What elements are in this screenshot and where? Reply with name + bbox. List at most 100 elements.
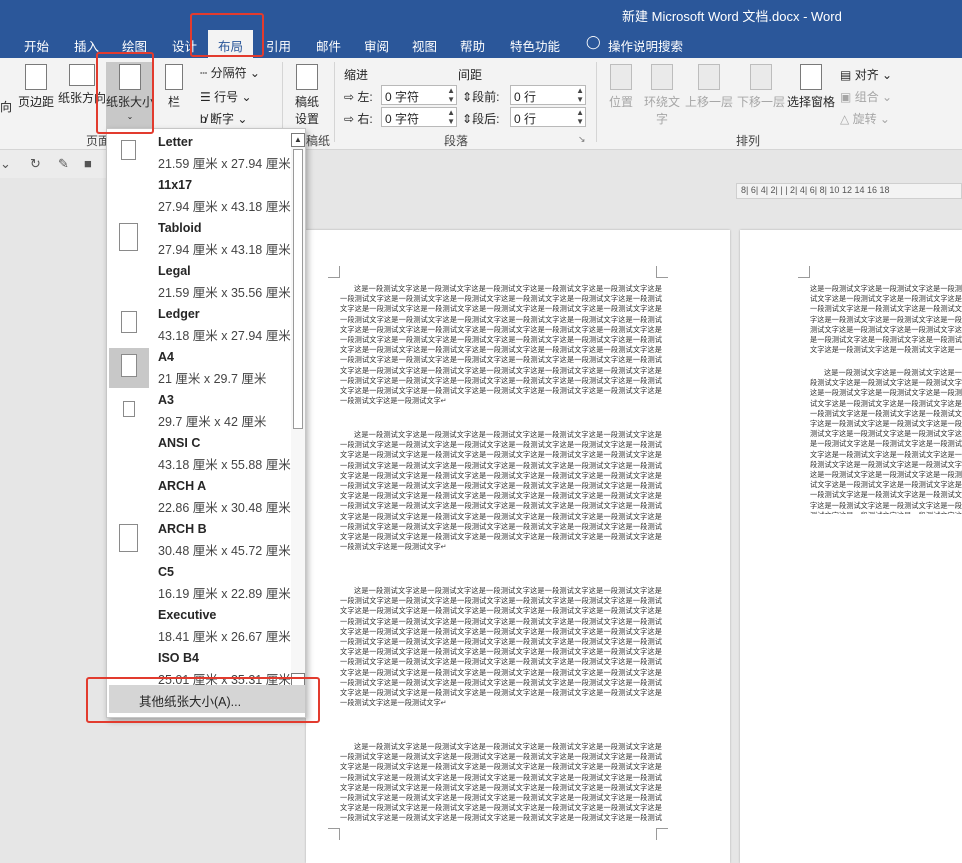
document-paragraph[interactable]: 这是一段测试文字这是一段测试文字这是一段测试文字这是一段测试文字这是一段测试文字… <box>810 284 962 354</box>
paper-size-icon <box>119 64 141 90</box>
position-icon <box>610 64 632 90</box>
spacing-before-input[interactable]: 0 行 ▲ ▼ <box>510 85 586 105</box>
scroll-thumb[interactable] <box>293 149 303 429</box>
selection-pane-button[interactable]: 选择窗格 <box>786 64 836 110</box>
spacing-after-label: ⇕段后: <box>462 112 500 126</box>
tab-special-features[interactable]: 特色功能 <box>510 36 560 55</box>
tab-help[interactable]: 帮助 <box>460 36 485 55</box>
tab-design[interactable]: 设计 <box>172 36 197 55</box>
paper-size-item-legal[interactable]: Legal 21.59 厘米 x 35.56 厘米 <box>107 262 291 305</box>
paper-size-item-a3[interactable]: A3 29.7 厘米 x 42 厘米 <box>107 391 291 434</box>
group-icon: ▣ <box>840 90 852 104</box>
horizontal-ruler[interactable]: 8| 6| 4| 2| | | 2| 4| 6| 8| 10 12 14 16 … <box>736 183 962 199</box>
paper-size-item-ansi-c[interactable]: ANSI C 43.18 厘米 x 55.88 厘米 <box>107 434 291 477</box>
wrap-text-button[interactable]: 环绕文 字 <box>642 64 682 127</box>
indent-right-input[interactable]: 0 字符 ▲ ▼ <box>381 107 457 127</box>
orientation-button[interactable]: 纸张方向 <box>58 64 106 106</box>
document-page[interactable]: 这是一段测试文字这是一段测试文字这是一段测试文字这是一段测试文字这是一段测试文字… <box>306 230 730 863</box>
align-icon: ▤ <box>840 68 852 82</box>
paper-size-item-c5[interactable]: C5 16.19 厘米 x 22.89 厘米 <box>107 563 291 606</box>
spacing-before-label: ⇕段前: <box>462 90 500 104</box>
dropdown-scrollbar[interactable]: ▲ <box>291 133 305 687</box>
line-numbers-button[interactable]: ☰ 行号 ⌄ <box>200 88 252 105</box>
margins-button[interactable]: 页边距 <box>16 64 56 110</box>
redo-icon[interactable]: ↻ <box>30 156 41 172</box>
format-painter-icon[interactable]: ✎ <box>58 156 69 172</box>
paper-size-item-arch-a[interactable]: ARCH A 22.86 厘米 x 30.48 厘米 <box>107 477 291 520</box>
indent-left-input[interactable]: 0 字符 ▲ ▼ <box>381 85 457 105</box>
paper-size-item-tabloid[interactable]: Tabloid 27.94 厘米 x 43.18 厘米 <box>107 219 291 262</box>
paper-size-item-11x17[interactable]: 11x17 27.94 厘米 x 43.18 厘米 <box>107 176 291 219</box>
orientation-button-partial[interactable]: 向 <box>0 98 12 115</box>
manuscript-group-label: 稿纸 <box>306 134 331 148</box>
group-divider <box>596 62 597 142</box>
spinner-arrows-icon[interactable]: ▲ ▼ <box>447 108 455 126</box>
scroll-up-icon[interactable]: ▲ <box>291 133 305 147</box>
document-paragraph[interactable]: 这是一段测试文字这是一段测试文字这是一段测试文字这是一段测试文字这是一段测试文字… <box>340 742 662 822</box>
spacing-title: 间距 <box>458 68 483 82</box>
ribbon-tab-bar: 开始 插入 绘图 设计 布局 引用 邮件 审阅 视图 帮助 特色功能 ◯ 操作说… <box>0 30 962 58</box>
position-button[interactable]: 位置 <box>604 64 638 110</box>
rotate-icon: △ <box>840 112 850 126</box>
document-paragraph[interactable]: 这是一段测试文字这是一段测试文字这是一段测试文字这是一段测试文字这是一段测试文字… <box>810 368 962 514</box>
spinner-arrows-icon[interactable]: ▲ ▼ <box>576 108 584 126</box>
chevron-down-icon[interactable]: ⌄ <box>0 156 11 172</box>
indent-right-label: ⇨ 右: <box>344 112 373 126</box>
tab-insert[interactable]: 插入 <box>74 36 99 55</box>
breaks-button[interactable]: ┄ 分隔符 ⌄ <box>200 64 260 81</box>
paragraph-dialog-launcher-icon[interactable]: ↘ <box>578 134 586 145</box>
crop-mark <box>328 266 340 278</box>
paper-size-item-executive[interactable]: Executive 18.41 厘米 x 26.67 厘米 <box>107 606 291 649</box>
columns-button[interactable]: 栏 <box>162 64 186 110</box>
orientation-icon <box>69 64 95 86</box>
paper-size-item-arch-b[interactable]: ARCH B 30.48 厘米 x 45.72 厘米 <box>107 520 291 563</box>
bring-forward-button[interactable]: 上移一层 <box>684 64 734 110</box>
paper-size-item-letter[interactable]: Letter 21.59 厘米 x 27.94 厘米 <box>107 133 291 176</box>
manuscript-settings-button[interactable]: 稿纸 设置 <box>290 64 324 127</box>
tab-home[interactable]: 开始 <box>24 36 49 55</box>
send-backward-icon <box>750 64 772 90</box>
crop-mark <box>656 266 668 278</box>
tab-references[interactable]: 引用 <box>266 36 291 55</box>
send-backward-button[interactable]: 下移一层 <box>736 64 786 110</box>
page-icon <box>123 401 135 417</box>
paper-size-item-a4[interactable]: A4 21 厘米 x 29.7 厘米 <box>107 348 291 391</box>
indent-left-label: ⇨ 左: <box>344 90 373 104</box>
rotate-button[interactable]: △ 旋转 ⌄ <box>840 110 890 127</box>
more-paper-sizes-button[interactable]: 其他纸张大小(A)... <box>109 685 305 713</box>
document-paragraph[interactable]: 这是一段测试文字这是一段测试文字这是一段测试文字这是一段测试文字这是一段测试文字… <box>340 586 662 734</box>
tab-draw[interactable]: 绘图 <box>122 36 147 55</box>
tab-review[interactable]: 审阅 <box>364 36 389 55</box>
line-numbers-icon: ☰ <box>200 90 211 104</box>
paper-size-item-ledger[interactable]: Ledger 43.18 厘米 x 27.94 厘米 <box>107 305 291 348</box>
title-bar: 新建 Microsoft Word 文档.docx - Word <box>0 0 962 30</box>
indent-left-icon: ⇨ <box>344 90 355 104</box>
customize-icon[interactable]: ■ <box>84 156 92 171</box>
spinner-arrows-icon[interactable]: ▲ ▼ <box>447 86 455 104</box>
size-button[interactable]: 纸张大小 ⌄ <box>106 62 154 130</box>
crop-mark <box>798 266 810 278</box>
paragraph-group-label: 段落 <box>444 134 469 148</box>
spacing-before-icon: ⇕ <box>462 90 473 104</box>
spacing-after-icon: ⇕ <box>462 112 473 126</box>
document-paragraph[interactable]: 这是一段测试文字这是一段测试文字这是一段测试文字这是一段测试文字这是一段测试文字… <box>340 284 662 424</box>
indent-title: 缩进 <box>344 68 369 82</box>
chevron-down-icon: ⌄ <box>126 112 134 121</box>
arrange-group-label: 排列 <box>736 134 761 148</box>
spacing-after-input[interactable]: 0 行 ▲ ▼ <box>510 107 586 127</box>
hyphenation-button[interactable]: b̸ 断字 ⌄ <box>200 110 247 127</box>
tab-layout[interactable]: 布局 <box>208 30 254 58</box>
page-icon <box>121 311 137 333</box>
document-paragraph[interactable]: 这是一段测试文字这是一段测试文字这是一段测试文字这是一段测试文字这是一段测试文字… <box>340 430 662 570</box>
document-page[interactable]: 这是一段测试文字这是一段测试文字这是一段测试文字这是一段测试文字这是一段测试文字… <box>740 230 962 863</box>
columns-icon <box>165 64 183 90</box>
tab-view[interactable]: 视图 <box>412 36 437 55</box>
margins-icon <box>25 64 47 90</box>
group-objects-button[interactable]: ▣ 组合 ⌄ <box>840 88 892 105</box>
align-button[interactable]: ▤ 对齐 ⌄ <box>840 66 892 83</box>
selection-pane-icon <box>800 64 822 90</box>
tell-me-search[interactable]: 操作说明搜索 <box>608 36 683 55</box>
spinner-arrows-icon[interactable]: ▲ ▼ <box>576 86 584 104</box>
tab-mailings[interactable]: 邮件 <box>316 36 341 55</box>
window-title: 新建 Microsoft Word 文档.docx - Word <box>622 9 842 24</box>
